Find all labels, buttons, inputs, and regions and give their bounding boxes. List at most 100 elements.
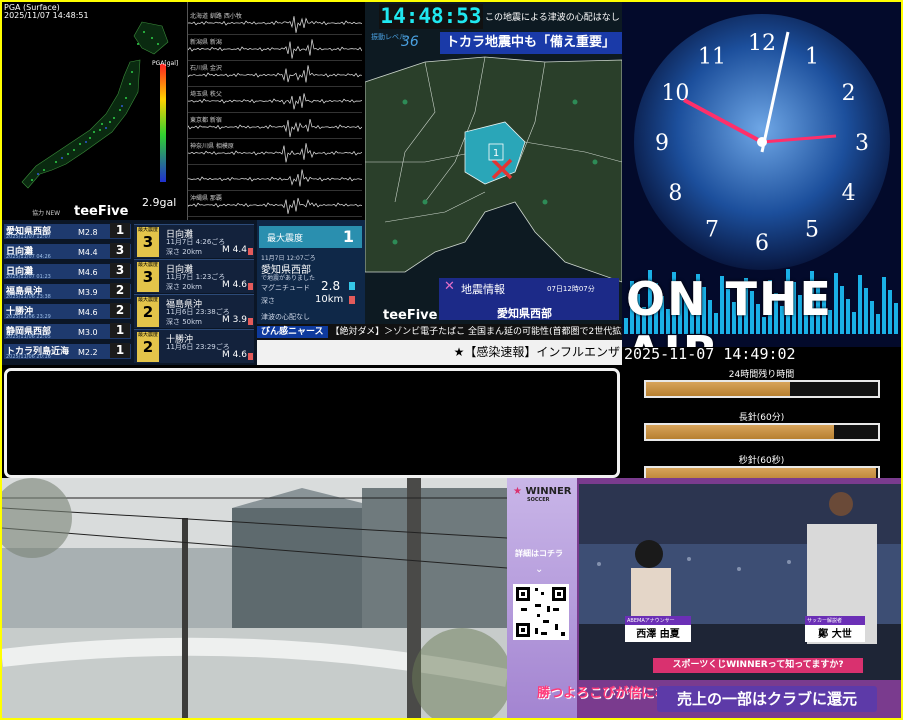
detail-mag-label: マグニチュード xyxy=(261,284,310,292)
clock-numeral: 8 xyxy=(668,181,682,206)
quake-date: 2025/11/07 01:23 xyxy=(6,274,51,280)
digital-clock: 14:48:53 xyxy=(379,4,483,29)
kyoshin-credit: 協力 NEW xyxy=(32,210,61,217)
quake-list-item[interactable]: 十勝沖 2025/11/06 23:29 M4.6 2 xyxy=(4,303,131,320)
mag-marker xyxy=(349,282,355,290)
waveform-row xyxy=(188,166,362,191)
card-time: 11月6日 23:38ごろ xyxy=(166,308,230,316)
quake-list-item[interactable]: トカラ列島近海 2025/11/06 20:16 M2.2 1 xyxy=(4,343,131,360)
countdown-label: 秒針(60秒) xyxy=(738,456,785,466)
empty-message-box xyxy=(4,368,620,478)
message-panel xyxy=(2,365,622,478)
quake-magnitude: M2.2 xyxy=(78,348,98,357)
clock-numeral: 12 xyxy=(748,31,776,56)
clock-numeral: 3 xyxy=(855,131,869,156)
pga-scale-label: PGA[gal] xyxy=(152,60,179,67)
epicenter-cross-icon: ✕ xyxy=(444,279,455,294)
quake-card[interactable]: 最大震度 3 日向灘 11月7日 1:23ごろ 深さ 20km M 4.6 xyxy=(134,259,254,293)
shake-level-value: 36 xyxy=(401,34,419,50)
quake-list-item[interactable]: 愛知県西部 2025/11/07 12:07 M2.8 1 xyxy=(4,223,131,240)
quake-magnitude: M2.8 xyxy=(78,228,98,237)
detail-depth-value: 10km xyxy=(315,294,344,305)
intensity-badge: 最大震度 2 xyxy=(137,297,159,327)
qr-code-image xyxy=(516,587,566,637)
presenter-name-tag-1: ABEMAアナウンサー 西澤 由夏 xyxy=(625,616,691,642)
epicenter-map-panel: 1 14:48:53 この地震による津波の心配はなし 振動レベル 36 トカラ地… xyxy=(365,2,622,347)
tsunami-note: この地震による津波の心配はなし xyxy=(485,13,620,23)
winner-banner: 売上の一部はクラブに還元 xyxy=(657,686,877,712)
quake-intensity: 3 xyxy=(110,243,130,258)
countdown-panel: 2025-11-07 14:49:02 24時間残り時間 長針(60分) 秒針(60… xyxy=(622,345,901,484)
live-camera-panel xyxy=(2,478,507,718)
clock-numeral: 4 xyxy=(842,181,856,206)
quake-list-item[interactable]: 日向灘 2025/11/07 01:23 M4.6 3 xyxy=(4,263,131,280)
waveform-row: 石川県 金沢 xyxy=(188,62,362,87)
waveform-trace xyxy=(188,143,362,163)
quake-card[interactable]: 最大震度 3 日向灘 11月7日 4:26ごろ 深さ 20km M 4.4 xyxy=(134,224,254,258)
waveform-trace xyxy=(188,16,362,33)
quake-list-item[interactable]: 日向灘 2025/11/07 04:26 M4.4 3 xyxy=(4,243,131,260)
card-depth: 深さ 50km xyxy=(166,318,203,326)
headline-ticker: トカラ地震中も「備え重要」 xyxy=(440,32,622,54)
waveform-row: 東京都 新宿 xyxy=(188,114,362,139)
quake-card[interactable]: 最大震度 2 福島県沖 11月6日 23:38ごろ 深さ 50km M 3.9 xyxy=(134,294,254,328)
quake-card[interactable]: 最大震度 2 十勝沖 11月6日 23:29ごろ M 4.6 xyxy=(134,329,254,363)
waveform-row: 埼玉県 秩父 xyxy=(188,88,362,113)
winner-logo-text: WINNER xyxy=(525,486,572,497)
map-brand: teeFive xyxy=(383,308,438,323)
camera-feed-image xyxy=(2,478,507,718)
waveform-trace xyxy=(188,119,362,138)
quake-date: 2025/11/06 22:05 xyxy=(6,334,51,340)
winner-ad-panel: ★ WINNER SOCCER 詳細はコチラ ⌄ ABEMAアナウンサー 西澤 … xyxy=(507,478,901,718)
quake-intensity: 1 xyxy=(110,343,130,358)
ticker-text-1: 【絶対ダメ】＞ゾンビ電子たばこ 全国まん延の可能性(首都圏で2世代拡大か?) xyxy=(330,327,622,337)
countdown-label: 長針(60分) xyxy=(738,413,785,423)
quake-magnitude: M4.6 xyxy=(78,308,98,317)
intensity-badge-value: 3 xyxy=(142,268,154,286)
kyoshin-map-panel: PGA (Surface) 2025/11/07 14:48:51 PGA[ga… xyxy=(2,2,187,220)
quake-list-item[interactable]: 福島県沖 2025/11/06 23:38 M3.9 2 xyxy=(4,283,131,300)
quake-info-date: 07日12時07分 xyxy=(547,285,595,293)
more-info-link[interactable]: 詳細はコチラ xyxy=(515,548,563,559)
card-marker xyxy=(248,283,253,290)
ticker-text-2: ★【感染速報】インフルエンザ xyxy=(453,345,620,359)
presenter-name-tag-2: サッカー解説者 鄭 大世 xyxy=(805,616,865,642)
quake-info-title: 地震情報 xyxy=(461,283,505,296)
waveform-row: 神奈川県 相模原 xyxy=(188,140,362,165)
clock-numeral: 7 xyxy=(705,218,719,243)
countdown-bar xyxy=(644,380,880,398)
winner-logo: ★ WINNER SOCCER xyxy=(513,486,571,503)
clock-numeral: 1 xyxy=(805,44,819,69)
kyoshin-timestamp: 2025/11/07 14:48:51 xyxy=(4,11,89,20)
detail-sub: で地震がありました xyxy=(261,275,316,282)
ticker-tag: びん感ニャース xyxy=(257,326,328,338)
quake-magnitude: M4.6 xyxy=(78,268,98,277)
card-depth: 深さ 20km xyxy=(166,248,203,256)
card-time: 11月7日 4:26ごろ xyxy=(166,238,226,246)
quake-info-region: 愛知県西部 xyxy=(497,307,552,320)
card-time: 11月7日 1:23ごろ xyxy=(166,273,226,281)
detail-depth-label: 深さ xyxy=(261,297,275,305)
max-intensity-label: 最大震度 xyxy=(267,234,304,244)
intensity-badge-value: 3 xyxy=(142,233,154,251)
quake-date: 2025/11/06 23:38 xyxy=(6,294,51,300)
card-marker xyxy=(248,318,253,325)
card-magnitude: M 4.4 xyxy=(222,245,247,255)
news-ticker-2: ★【感染速報】インフルエンザ xyxy=(257,340,622,365)
card-time: 11月6日 23:29ごろ xyxy=(166,343,230,351)
waveform-row: 沖縄県 那覇 xyxy=(188,192,362,217)
card-magnitude: M 4.6 xyxy=(222,350,247,360)
quake-list-item[interactable]: 静岡県西部 2025/11/06 22:05 M3.0 1 xyxy=(4,323,131,340)
quake-date: 2025/11/07 04:26 xyxy=(6,254,51,260)
qr-code[interactable] xyxy=(513,584,569,640)
quake-intensity: 3 xyxy=(110,263,130,278)
quake-intensity: 2 xyxy=(110,303,130,318)
quake-date: 2025/11/07 12:07 xyxy=(6,234,51,240)
waveform-panel: 北海道 釧路 西小牧 新潟県 新潟 石川県 金沢 埼玉県 秩父 東京都 新宿 神奈川県 相… xyxy=(187,2,362,220)
card-magnitude: M 3.9 xyxy=(222,315,247,325)
waveform-row: 北海道 釧路 西小牧 xyxy=(188,10,362,35)
countdown-label: 24時間残り時間 xyxy=(728,370,795,380)
datetime-readout: 2025-11-07 14:49:02 xyxy=(624,345,796,363)
studio-caption: スポーツくじWINNERって知ってますか? xyxy=(653,658,863,673)
on-air-label: ON THE AIR xyxy=(626,272,833,347)
